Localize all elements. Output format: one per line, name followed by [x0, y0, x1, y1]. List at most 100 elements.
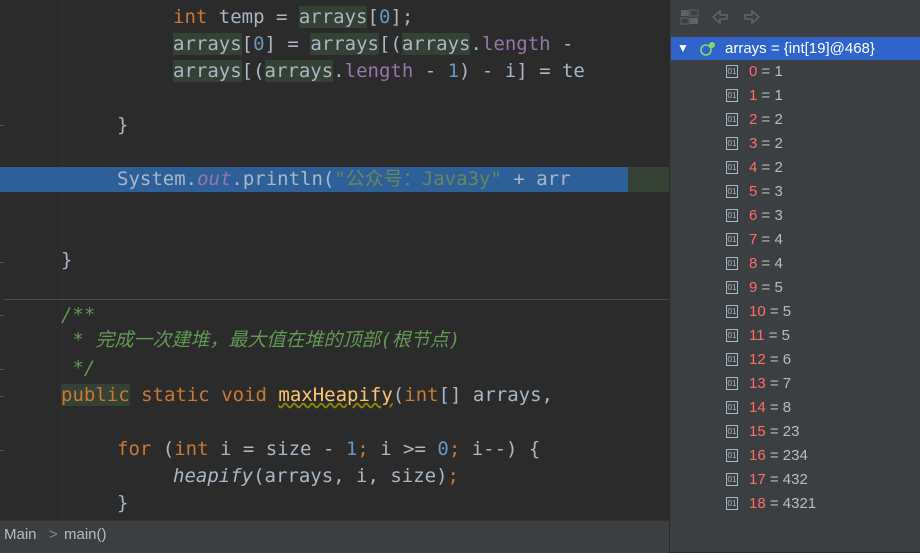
string-literal: "公众号：Java3y"	[334, 168, 502, 190]
keyword: void	[221, 384, 267, 406]
array-element-text: 17 = 432	[749, 468, 808, 492]
code-text: .	[333, 60, 345, 82]
array-element-row[interactable]: 01 3 = 2	[670, 132, 920, 156]
array-element-row[interactable]: 01 13 = 7	[670, 372, 920, 396]
array-value: = 6	[765, 351, 792, 368]
method-separator	[4, 299, 669, 300]
primitive-value-icon: 01	[726, 281, 738, 294]
primitive-value-icon: 01	[726, 137, 738, 150]
keyword: static	[141, 384, 210, 406]
restore-layout-icon[interactable]	[680, 8, 700, 31]
array-value: = 5	[757, 279, 783, 296]
array-index: 18	[749, 495, 766, 512]
field-name: length	[481, 33, 551, 55]
primitive-value-icon: 01	[726, 161, 738, 174]
array-value: = 5	[765, 303, 792, 320]
array-element-row[interactable]: 01 14 = 8	[670, 396, 920, 420]
array-element-row[interactable]: 01 0 = 1	[670, 60, 920, 84]
code-editor[interactable]: int temp = arrays[0]; arrays[0] = arrays…	[0, 0, 669, 520]
breadcrumb-class[interactable]: Main	[4, 526, 37, 543]
array-value: = 432	[765, 471, 808, 488]
closing-brace: }	[61, 249, 73, 271]
array-element-row[interactable]: 01 4 = 2	[670, 156, 920, 180]
code-text: ];	[390, 6, 414, 28]
array-element-row[interactable]: 01 12 = 6	[670, 348, 920, 372]
array-index: 11	[749, 327, 765, 344]
array-element-row[interactable]: 01 7 = 4	[670, 228, 920, 252]
array-value: = 2	[757, 159, 783, 176]
primitive-value-icon: 01	[726, 353, 738, 366]
array-element-text: 18 = 4321	[749, 492, 816, 516]
breadcrumb-method[interactable]: main()	[64, 526, 107, 543]
array-element-row[interactable]: 01 2 = 2	[670, 108, 920, 132]
array-value: = 3	[757, 207, 783, 224]
array-index: 16	[749, 447, 766, 464]
array-element-row[interactable]: 01 5 = 3	[670, 180, 920, 204]
primitive-value-icon: 01	[726, 233, 738, 246]
primitive-value-icon: 01	[726, 425, 738, 438]
array-index: 10	[749, 303, 766, 320]
expand-arrow-icon[interactable]: ▼	[677, 37, 689, 60]
highlighted-identifier: arrays	[310, 33, 379, 55]
array-element-row[interactable]: 01 15 = 23	[670, 420, 920, 444]
code-text: +	[501, 168, 537, 190]
code-text: i--) {	[471, 438, 541, 460]
array-element-text: 11 = 5	[749, 324, 790, 348]
array-element-row[interactable]: 01 17 = 432	[670, 468, 920, 492]
code-line-11[interactable]: for (int i = size - 1; i >= 0; i--) {	[117, 436, 540, 463]
code-text: temp =	[207, 6, 299, 28]
array-element-text: 8 = 4	[749, 252, 783, 276]
highlighted-identifier: arrays	[264, 60, 334, 82]
primitive-value-icon: 01	[726, 377, 738, 390]
doc-comment: */	[61, 357, 96, 379]
code-line-8[interactable]: * 完成一次建堆，最大值在堆的顶部(根节点)	[61, 327, 460, 354]
forward-arrow-icon[interactable]	[742, 8, 762, 31]
keyword: int	[174, 438, 209, 460]
gutter-tick	[0, 262, 4, 263]
code-line-6[interactable]: }	[61, 247, 72, 274]
back-arrow-icon[interactable]	[710, 8, 730, 31]
array-value: = 4321	[765, 495, 817, 512]
breadcrumb-separator: >	[49, 526, 58, 543]
array-element-row[interactable]: 01 9 = 5	[670, 276, 920, 300]
code-line-3[interactable]: arrays[(arrays.length - 1) - i] = te	[173, 58, 585, 85]
highlighted-identifier: arrays	[173, 60, 242, 82]
keyword: public	[61, 384, 130, 406]
array-element-text: 14 = 8	[749, 396, 791, 420]
array-element-row[interactable]: 01 16 = 234	[670, 444, 920, 468]
array-element-text: 0 = 1	[749, 60, 783, 84]
doc-comment: * 完成一次建堆，最大值在堆的顶部(根节点)	[61, 329, 461, 351]
primitive-value-icon: 01	[726, 257, 738, 270]
array-element-text: 7 = 4	[749, 228, 783, 252]
array-element-row[interactable]: 01 8 = 4	[670, 252, 920, 276]
code-line-1[interactable]: int temp = arrays[0];	[173, 4, 413, 31]
code-line-4[interactable]: }	[117, 112, 128, 139]
code-text: [] arrays,	[438, 384, 553, 406]
semicolon: ;	[357, 438, 381, 460]
array-element-row[interactable]: 01 10 = 5	[670, 300, 920, 324]
primitive-value-icon: 01	[726, 113, 738, 126]
code-line-12[interactable]: heapify(arrays, i, size);	[173, 463, 459, 490]
closing-brace: }	[117, 114, 129, 136]
gutter-tick	[0, 315, 4, 316]
keyword: for	[117, 438, 152, 460]
primitive-value-icon: 01	[726, 305, 738, 318]
array-element-row[interactable]: 01 1 = 1	[670, 84, 920, 108]
array-index: 13	[749, 375, 766, 392]
array-element-text: 4 = 2	[749, 156, 783, 180]
variable-root-arrays[interactable]: ▼ arrays = {int[19]@468}	[671, 37, 920, 60]
method-name: maxHeapify	[278, 384, 393, 406]
array-element-row[interactable]: 01 18 = 4321	[670, 492, 920, 516]
number-literal: 0	[378, 6, 391, 28]
array-element-row[interactable]: 01 6 = 3	[670, 204, 920, 228]
code-line-5[interactable]: System.out.println("公众号：Java3y" + arr	[117, 166, 571, 193]
code-line-9[interactable]: */	[61, 355, 95, 382]
code-line-13[interactable]: }	[117, 490, 128, 517]
code-line-2[interactable]: arrays[0] = arrays[(arrays.length -	[173, 31, 573, 58]
array-element-text: 12 = 6	[749, 348, 791, 372]
primitive-value-icon: 01	[726, 401, 738, 414]
code-line-7[interactable]: /**	[61, 302, 95, 329]
array-element-row[interactable]: 01 11 = 5	[670, 324, 920, 348]
code-line-10[interactable]: public static void maxHeapify(int[] arra…	[61, 382, 553, 409]
